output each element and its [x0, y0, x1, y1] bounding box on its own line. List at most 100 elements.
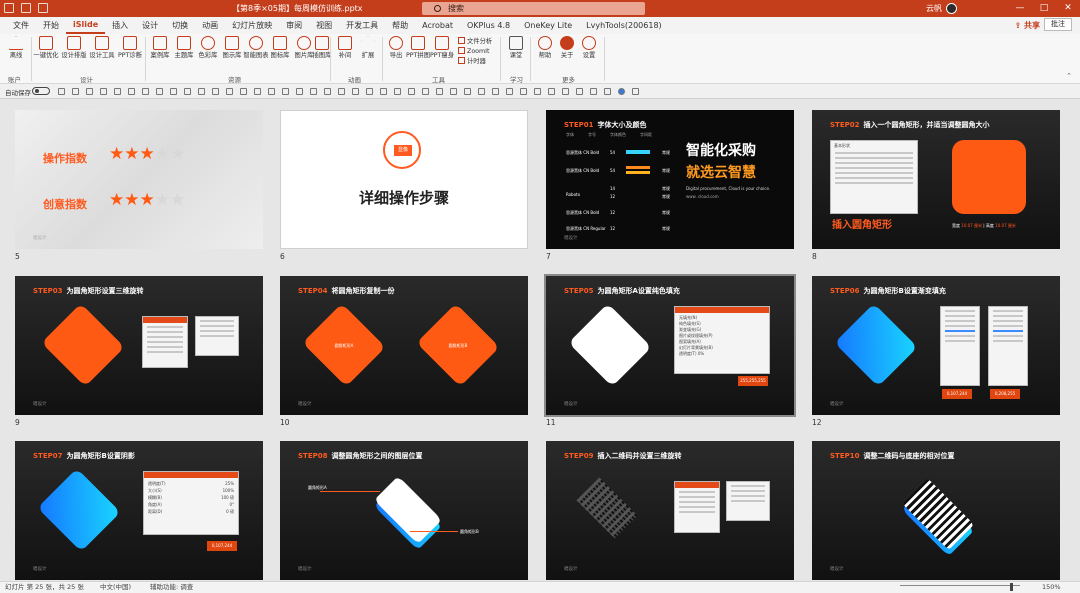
- tab-developer[interactable]: 开发工具: [339, 17, 385, 34]
- save-icon[interactable]: [21, 3, 31, 13]
- classroom-button[interactable]: 课堂: [502, 36, 530, 60]
- zoom-icon[interactable]: [534, 88, 541, 95]
- ruler-icon[interactable]: [506, 88, 513, 95]
- offline-button[interactable]: 离线: [2, 36, 30, 60]
- autosave-toggle[interactable]: [32, 87, 50, 95]
- slide-thumbnail-14[interactable]: STEP08 调整圆角矩形之间的图层位置 圆角矩形A 圆角矩形B 唱设计: [280, 441, 528, 580]
- outline-icon[interactable]: [310, 88, 317, 95]
- grid-icon[interactable]: [492, 88, 499, 95]
- send-back-icon[interactable]: [226, 88, 233, 95]
- font-color-icon[interactable]: [282, 88, 289, 95]
- timer-button[interactable]: 计时器: [458, 57, 486, 66]
- format-painter-icon[interactable]: [100, 88, 107, 95]
- align-right-icon[interactable]: [170, 88, 177, 95]
- close-button[interactable]: ✕: [1056, 0, 1080, 17]
- language[interactable]: 中文(中国): [100, 582, 131, 593]
- slide-thumbnail-11[interactable]: STEP05 为圆角矩形A设置纯色填充 无填充(N) 纯色填充(S) 渐变填充(G) 图…: [544, 274, 796, 417]
- restore-button[interactable]: □: [1032, 0, 1056, 17]
- tab-insert[interactable]: 插入: [105, 17, 135, 34]
- tab-file[interactable]: 文件: [6, 17, 36, 34]
- accessibility[interactable]: 辅助功能: 调查: [150, 582, 193, 593]
- undo-icon[interactable]: [72, 88, 79, 95]
- new-slide-icon[interactable]: [394, 88, 401, 95]
- user-name[interactable]: 云帆: [926, 2, 942, 15]
- settings-button[interactable]: 设置: [575, 36, 603, 60]
- ppt-slim-button[interactable]: PPT瘦身: [428, 36, 456, 60]
- layout-icon[interactable]: [408, 88, 415, 95]
- design-tools-button[interactable]: 设计工具: [88, 36, 116, 60]
- group-icon[interactable]: [198, 88, 205, 95]
- zoom-slider-thumb[interactable]: [1010, 583, 1013, 591]
- zoom-slider[interactable]: [900, 585, 1020, 586]
- align-left-icon[interactable]: [142, 88, 149, 95]
- text-box-icon[interactable]: [114, 88, 121, 95]
- tab-help[interactable]: 帮助: [385, 17, 415, 34]
- slide-thumbnail-9[interactable]: STEP03 为圆角矩形设置三维旋转 唱设计: [15, 276, 263, 415]
- tab-transitions[interactable]: 切换: [165, 17, 195, 34]
- theme-dot-icon[interactable]: [618, 88, 625, 95]
- redo-icon[interactable]: [86, 88, 93, 95]
- slide-thumbnail-5[interactable]: 操作指数 ★★★★★ 创意指数 ★★★★★ 唱设计: [15, 110, 263, 249]
- file-analysis-button[interactable]: 文件分析: [458, 37, 492, 46]
- crop-icon[interactable]: [240, 88, 247, 95]
- eyedropper-icon[interactable]: [324, 88, 331, 95]
- link-icon[interactable]: [436, 88, 443, 95]
- share-button[interactable]: ⇪ 共享: [1015, 20, 1041, 31]
- slide-thumbnail-7[interactable]: STEP01 字体大小及颜色 字体 字号 字体颜色 字间距 思源黑体 CN Bold 5…: [546, 110, 794, 249]
- optimize-button[interactable]: 一键优化: [32, 36, 60, 60]
- pen-icon[interactable]: [464, 88, 471, 95]
- insert-image-icon[interactable]: [338, 88, 345, 95]
- comment-icon[interactable]: [450, 88, 457, 95]
- search-input[interactable]: 搜索: [422, 2, 645, 15]
- comment-button[interactable]: 批注: [1044, 18, 1072, 31]
- undo-icon[interactable]: [38, 3, 48, 13]
- slide-thumbnail-12[interactable]: STEP06 为圆角矩形B设置渐变填充 0,107,244 0,208,255 唱…: [812, 276, 1060, 415]
- tab-lvyhtools[interactable]: LvyhTools(200618): [579, 17, 668, 34]
- arrange-icon[interactable]: [576, 88, 583, 95]
- zoomit-button[interactable]: ZoomIt: [458, 47, 489, 56]
- tab-home[interactable]: 开始: [36, 17, 66, 34]
- extend-button[interactable]: 扩展: [354, 36, 382, 60]
- ppt-diagnose-button[interactable]: PPT诊断: [116, 36, 144, 60]
- merge-shapes-icon[interactable]: [268, 88, 275, 95]
- align-center-icon[interactable]: [156, 88, 163, 95]
- distribute-icon[interactable]: [184, 88, 191, 95]
- save-icon[interactable]: [58, 88, 65, 95]
- tab-islide[interactable]: iSlide: [66, 17, 106, 34]
- layout-button[interactable]: 设计排版: [60, 36, 88, 60]
- insert-table-icon[interactable]: [352, 88, 359, 95]
- tab-animations[interactable]: 动画: [195, 17, 225, 34]
- slide-thumbnail-8[interactable]: STEP02 插入一个圆角矩形，并适当调整圆角大小 基本形状 插入圆角矩形 宽度 …: [812, 110, 1060, 249]
- slide-thumbnail-10[interactable]: STEP04 将圆角矩形复制一份 圆角矩形A 圆角矩形B 唱设计: [280, 276, 528, 415]
- brush-icon[interactable]: [422, 88, 429, 95]
- tab-slideshow[interactable]: 幻灯片放映: [225, 17, 279, 34]
- minimize-button[interactable]: —: [1008, 0, 1032, 17]
- tab-okplus[interactable]: OKPlus 4.8: [460, 17, 517, 34]
- slide-thumbnail-15[interactable]: STEP09 插入二维码并设置三维旋转 唱设计: [546, 441, 794, 580]
- tab-acrobat[interactable]: Acrobat: [415, 17, 460, 34]
- collapse-ribbon-icon[interactable]: ⌃: [1066, 72, 1072, 80]
- fit-icon[interactable]: [548, 88, 555, 95]
- slideshow-icon[interactable]: [380, 88, 387, 95]
- color-dot-icon[interactable]: [604, 88, 611, 95]
- slide-thumbnail-13[interactable]: STEP07 为圆角矩形B设置阴影 透明度(T) 25% 大小(S) 100% 模…: [15, 441, 263, 580]
- shape-icon[interactable]: [128, 88, 135, 95]
- autosave-icon[interactable]: [4, 3, 14, 13]
- more-icon[interactable]: [632, 88, 639, 95]
- bring-front-icon[interactable]: [212, 88, 219, 95]
- avatar[interactable]: [946, 3, 957, 14]
- equation-icon[interactable]: [590, 88, 597, 95]
- tab-design[interactable]: 设计: [135, 17, 165, 34]
- zoom-level[interactable]: 150%: [1042, 582, 1061, 593]
- rotate-icon[interactable]: [254, 88, 261, 95]
- guides-icon[interactable]: [520, 88, 527, 95]
- highlight-icon[interactable]: [478, 88, 485, 95]
- tab-view[interactable]: 视图: [309, 17, 339, 34]
- fill-color-icon[interactable]: [296, 88, 303, 95]
- tab-review[interactable]: 审阅: [279, 17, 309, 34]
- selection-pane-icon[interactable]: [562, 88, 569, 95]
- insert-chart-icon[interactable]: [366, 88, 373, 95]
- slide-thumbnail-16[interactable]: STEP10 调整二维码与底座的相对位置 唱设计: [812, 441, 1060, 580]
- slide-thumbnail-6[interactable]: 显像 详细操作步骤: [280, 110, 528, 249]
- tab-onekey[interactable]: OneKey Lite: [517, 17, 579, 34]
